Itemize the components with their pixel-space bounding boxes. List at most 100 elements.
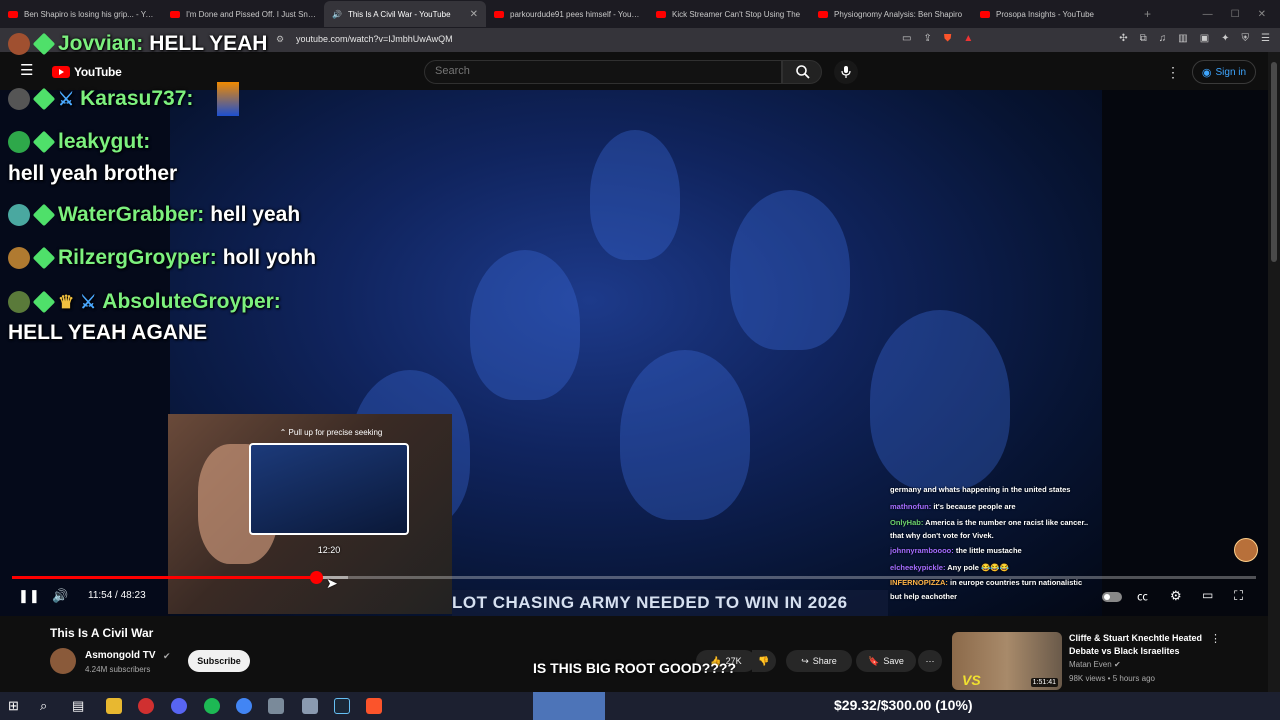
youtube-play-icon [52, 66, 70, 78]
stream-caption-overlay: IS THIS BIG ROOT GOOD???? [533, 660, 736, 676]
brave-shield-icon[interactable]: ⛊ [944, 33, 952, 44]
browser-tab[interactable]: Ben Shapiro is losing his grip... - You [0, 1, 162, 27]
share-page-icon[interactable]: ⇪ [923, 33, 931, 44]
sub-badge-icon [32, 246, 56, 270]
theater-icon: ▭ [1202, 588, 1214, 602]
recommended-title[interactable]: Cliffe & Stuart Knechtle Heated Debate v… [1069, 632, 1209, 658]
youtube-favicon-icon [8, 10, 18, 18]
site-settings-icon[interactable]: ⚙ [276, 34, 284, 45]
search-icon[interactable]: ⌕ [40, 698, 56, 714]
kick-badge-icon [8, 131, 30, 153]
window-controls: — ☐ ✕ [1203, 9, 1280, 20]
settings-button[interactable]: ⚙ [1170, 588, 1182, 604]
mini-chat-line: johnnyramboooo: the little mustache [890, 546, 1022, 555]
browser-tab-active[interactable]: 🔊 This Is A Civil War - YouTube ✕ [324, 1, 486, 27]
seek-preview-time: 12:20 [317, 545, 341, 555]
youtube-favicon-icon [656, 10, 666, 18]
dislike-button[interactable]: 👎 [752, 650, 776, 672]
search-icon [796, 65, 810, 79]
browser-tab-strip: Ben Shapiro is losing his grip... - You … [0, 0, 1280, 28]
file-explorer-icon[interactable] [106, 698, 122, 714]
emote-icon [217, 82, 240, 116]
spotify-icon[interactable] [204, 698, 220, 714]
captions-icon: ㏄ [1137, 591, 1148, 603]
youtube-favicon-icon [170, 10, 180, 18]
browser-tab[interactable]: Kick Streamer Can't Stop Using The [648, 1, 810, 27]
more-actions-button[interactable]: ⋯ [918, 650, 942, 672]
news-ticker: LOT CHASING ARMY NEEDED TO WIN IN 2026 [452, 590, 888, 616]
screenshot-icon[interactable]: ⧉ [1140, 33, 1147, 44]
page-scrollbar[interactable] [1268, 52, 1280, 692]
scrubber-handle[interactable] [310, 571, 323, 584]
recommended-thumbnail[interactable]: VS 1:51:41 [952, 632, 1062, 690]
donation-goal: $29.32/$300.00 (10%) [834, 697, 973, 713]
close-window-icon[interactable]: ✕ [1258, 9, 1266, 20]
crowd-figure [730, 190, 850, 350]
url-field[interactable]: youtube.com/watch?v=IJmbhUwAwQM [296, 34, 453, 44]
chrome-icon[interactable] [236, 698, 252, 714]
obs-icon[interactable] [138, 698, 154, 714]
browser-tab[interactable]: parkourdude91 pees himself - YouTu [486, 1, 648, 27]
maximize-icon[interactable]: ☐ [1231, 9, 1240, 20]
channel-avatar[interactable] [50, 648, 76, 674]
youtube-favicon-icon [818, 10, 828, 18]
cast-icon[interactable]: ▭ [902, 33, 911, 44]
save-button[interactable]: 🔖 Save [856, 650, 916, 672]
voice-search-button[interactable] [834, 60, 858, 84]
chat-line: leakygut: [8, 130, 150, 154]
pause-button[interactable]: ❚❚ [18, 588, 40, 604]
music-icon[interactable]: ♫ [1159, 33, 1167, 44]
search-button[interactable] [782, 60, 822, 84]
recommended-meta: 98K views • 5 hours ago [1069, 674, 1155, 683]
rewards-icon[interactable]: ▲ [963, 33, 973, 44]
windows-start-icon[interactable]: ⊞ [8, 698, 24, 714]
app-icon[interactable] [302, 698, 318, 714]
speaker-icon: 🔊 [332, 9, 342, 19]
sign-in-button[interactable]: ◉ Sign in [1192, 60, 1256, 84]
channel-watermark[interactable] [1234, 538, 1258, 562]
captions-button[interactable]: ㏄ [1137, 588, 1148, 604]
settings-kebab-icon[interactable]: ⋮ [1166, 64, 1180, 81]
vpn-icon[interactable]: ⛨ [1242, 33, 1250, 44]
browser-tab[interactable]: Physiognomy Analysis: Ben Shapiro [810, 1, 972, 27]
hamburger-menu-icon[interactable]: ☰ [20, 63, 33, 78]
browser-menu-icon[interactable]: ☰ [1261, 33, 1270, 44]
recommended-channel[interactable]: Matan Even ✔ [1069, 660, 1121, 669]
gear-icon: ⚙ [1170, 588, 1182, 603]
share-icon: ↪ [801, 655, 809, 666]
chat-avatar [8, 291, 30, 313]
extensions-icon[interactable]: ✣ [1119, 33, 1127, 44]
theater-mode-button[interactable]: ▭ [1202, 588, 1213, 602]
chat-avatar [8, 33, 30, 55]
fullscreen-button[interactable]: ⛶ [1234, 588, 1243, 604]
steam-icon[interactable] [334, 698, 350, 714]
autoplay-toggle[interactable] [1102, 592, 1122, 602]
leo-ai-icon[interactable]: ✦ [1221, 33, 1229, 44]
app-icon[interactable] [268, 698, 284, 714]
browser-tab[interactable]: I'm Done and Pissed Off. I Just Snap [162, 1, 324, 27]
wallet-icon[interactable]: ▣ [1200, 33, 1209, 44]
volume-button[interactable]: 🔊 [52, 588, 68, 604]
progress-bar[interactable] [12, 576, 1256, 579]
browser-tab[interactable]: Prosopa Insights - YouTube [972, 1, 1134, 27]
channel-name[interactable]: Asmongold TV [85, 650, 156, 661]
discord-icon[interactable] [171, 698, 187, 714]
new-tab-icon[interactable]: + [1134, 7, 1161, 21]
subscribe-button[interactable]: Subscribe [188, 650, 250, 672]
scrollbar-thumb[interactable] [1271, 62, 1277, 262]
brave-browser-icon[interactable] [366, 698, 382, 714]
task-view-icon[interactable]: ▤ [72, 698, 88, 714]
youtube-logo[interactable]: YouTube [52, 65, 122, 79]
minimize-icon[interactable]: — [1203, 9, 1213, 20]
crowd-figure [470, 250, 580, 400]
search-input[interactable] [435, 65, 765, 77]
chat-avatar [8, 88, 30, 110]
pause-icon: ❚❚ [18, 588, 40, 603]
share-button[interactable]: ↪ Share [786, 650, 852, 672]
sidebar-icon[interactable]: ▥ [1178, 33, 1187, 44]
recommended-menu-icon[interactable]: ⋮ [1210, 632, 1221, 645]
crowd-figure [870, 310, 1010, 490]
sword-badge-icon: ⚔ [80, 291, 97, 312]
close-tab-icon[interactable]: ✕ [470, 9, 478, 20]
seek-hint: ⌃ Pull up for precise seeking [279, 428, 383, 437]
